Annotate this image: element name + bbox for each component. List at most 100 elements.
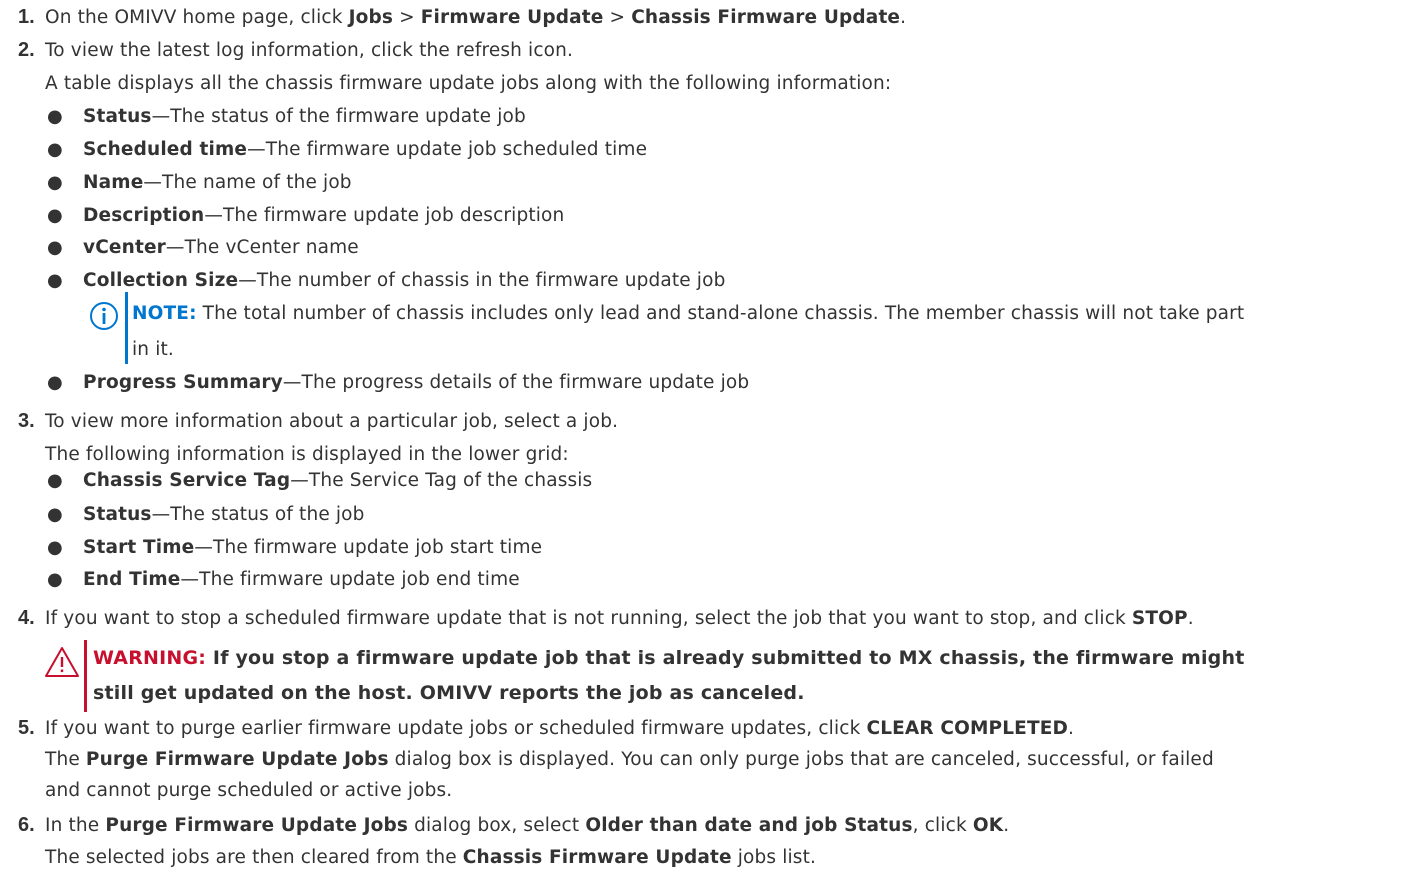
bullet-term: Name (83, 172, 144, 193)
bullet-desc: —The status of the firmware update job (151, 106, 526, 127)
step-5-line: and cannot purge scheduled or active job… (45, 780, 452, 802)
text-run: To view more information about a particu… (45, 411, 619, 432)
text-run: The (45, 749, 86, 770)
document-page: NOTE: The total number of chassis includ… (0, 0, 1416, 886)
bullet-dot: ● (47, 106, 63, 127)
bullet-item: Chassis Service Tag—The Service Tag of t… (83, 470, 592, 492)
bullet-term: Scheduled time (83, 139, 248, 160)
note-bar (125, 292, 128, 364)
text-run: jobs list. (731, 847, 817, 868)
text-run: , click (912, 815, 973, 836)
text-run: dialog box, select (408, 815, 586, 836)
bullet-desc: —The firmware update job description (204, 205, 565, 226)
bold-term: CLEAR COMPLETED (866, 718, 1069, 739)
step-number: 6. (18, 814, 35, 836)
bold-term: Chassis Firmware Update (462, 847, 732, 868)
bullet-dot: ● (47, 270, 63, 291)
bold-term: Firmware Update (420, 7, 604, 28)
bullet-dot: ● (47, 470, 63, 491)
bullet-desc: —The progress details of the firmware up… (282, 372, 750, 393)
step-number: 5. (18, 717, 35, 739)
note-text-2: in it. (132, 339, 174, 360)
warning-bar (84, 640, 87, 712)
text-run: > (393, 7, 421, 28)
bullet-dot: ● (47, 504, 63, 525)
bullet-dot: ● (47, 569, 63, 590)
bold-term: Jobs (348, 7, 394, 28)
step-5-line: If you want to purge earlier firmware up… (45, 718, 1074, 740)
bullet-item: Description—The firmware update job desc… (83, 205, 564, 227)
bullet-desc: —The number of chassis in the firmware u… (238, 270, 726, 291)
bullet-term: Progress Summary (83, 372, 283, 393)
step-2-line: A table displays all the chassis firmwar… (45, 73, 891, 95)
bold-term: STOP (1131, 608, 1188, 629)
step-number: 4. (18, 607, 35, 629)
warning-text-1: If you stop a firmware update job that i… (206, 647, 1245, 669)
info-circle-icon (90, 302, 118, 330)
step-6-line: In the Purge Firmware Update Jobs dialog… (45, 815, 1009, 837)
text-run: dialog box is displayed. You can only pu… (388, 749, 1214, 770)
bullet-desc: —The vCenter name (165, 237, 359, 258)
bullet-dot: ● (47, 537, 63, 558)
text-run: If you want to purge earlier firmware up… (45, 718, 867, 739)
bullet-dot: ● (47, 172, 63, 193)
bullet-dot: ● (47, 205, 63, 226)
text-run: . (1003, 815, 1010, 836)
bullet-desc: —The name of the job (143, 172, 352, 193)
warning-triangle-icon (45, 647, 79, 677)
bold-term: Purge Firmware Update Jobs (105, 815, 409, 836)
bullet-item: Status—The status of the firmware update… (83, 106, 526, 128)
text-run: and cannot purge scheduled or active job… (45, 780, 453, 801)
bullet-term: Status (83, 504, 152, 525)
step-4-line: If you want to stop a scheduled firmware… (45, 608, 1194, 630)
step-5-line: The Purge Firmware Update Jobs dialog bo… (45, 749, 1214, 771)
step-3-line: The following information is displayed i… (45, 444, 569, 466)
bullet-dot: ● (47, 237, 63, 258)
bullet-dot: ● (47, 372, 63, 393)
text-run: On the OMIVV home page, click (45, 7, 349, 28)
bullet-desc: —The status of the job (151, 504, 365, 525)
text-run: . (1187, 608, 1194, 629)
bullet-desc: —The firmware update job scheduled time (247, 139, 648, 160)
note-line-1: NOTE: The total number of chassis includ… (132, 303, 1244, 325)
bullet-item: Progress Summary—The progress details of… (83, 372, 749, 394)
text-run: The following information is displayed i… (45, 444, 569, 465)
text-run: If you want to stop a scheduled firmware… (45, 608, 1132, 629)
bullet-term: Start Time (83, 537, 195, 558)
bullet-item: Collection Size—The number of chassis in… (83, 270, 725, 292)
step-number: 2. (18, 39, 35, 61)
bullet-term: Status (83, 106, 152, 127)
bullet-dot: ● (47, 139, 63, 160)
bold-term: Purge Firmware Update Jobs (85, 749, 389, 770)
bold-term: OK (972, 815, 1004, 836)
text-run: The selected jobs are then cleared from … (45, 847, 463, 868)
bullet-desc: —The firmware update job start time (194, 537, 543, 558)
bullet-item: Status—The status of the job (83, 504, 365, 526)
step-2-line: To view the latest log information, clic… (45, 40, 573, 62)
bullet-desc: —The Service Tag of the chassis (290, 470, 593, 491)
text-run: > (603, 7, 632, 28)
bullet-item: Name—The name of the job (83, 172, 352, 194)
step-1-line: On the OMIVV home page, click Jobs > Fir… (45, 7, 906, 29)
bullet-term: vCenter (83, 237, 166, 258)
warning-line-2: still get updated on the host. OMIVV rep… (93, 682, 805, 704)
text-run: . (900, 7, 907, 28)
bullet-term: Description (83, 205, 205, 226)
note-label: NOTE: (132, 303, 197, 324)
text-run: To view the latest log information, clic… (45, 40, 574, 61)
note-text-1: The total number of chassis includes onl… (196, 303, 1245, 324)
bullet-term: Collection Size (83, 270, 239, 291)
bullet-desc: —The firmware update job end time (180, 569, 520, 590)
step-number: 1. (18, 6, 35, 28)
text-run: . (1068, 718, 1075, 739)
bullet-term: Chassis Service Tag (83, 470, 291, 491)
bullet-item: vCenter—The vCenter name (83, 237, 359, 259)
bullet-item: Scheduled time—The firmware update job s… (83, 139, 647, 161)
text-run: A table displays all the chassis firmwar… (45, 73, 892, 94)
step-6-line: The selected jobs are then cleared from … (45, 847, 816, 869)
bullet-term: End Time (83, 569, 181, 590)
warning-label: WARNING: (93, 647, 207, 669)
text-run: In the (45, 815, 106, 836)
bold-term: Older than date and job Status (585, 815, 913, 836)
bullet-item: End Time—The firmware update job end tim… (83, 569, 520, 591)
